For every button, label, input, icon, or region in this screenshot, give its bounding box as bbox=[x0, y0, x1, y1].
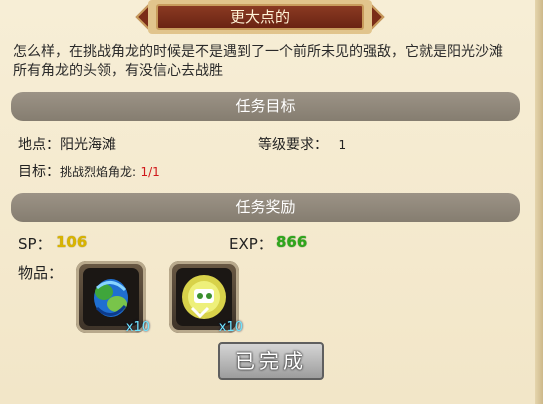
quest-title: 更大点的 bbox=[229, 8, 290, 26]
description-line-2: 所有角龙的头领，有没信心去战胜 bbox=[13, 63, 223, 79]
item-2-qty: x10 bbox=[218, 320, 243, 335]
item-slot bbox=[83, 268, 139, 326]
exp-value: 866 bbox=[276, 233, 308, 251]
panel-edge bbox=[535, 0, 543, 404]
exp-label: EXP： bbox=[229, 235, 273, 253]
item-1-qty: x10 bbox=[125, 320, 150, 335]
title-plate: 更大点的 bbox=[135, 0, 385, 34]
goal-progress: 1/1 bbox=[140, 165, 160, 179]
completed-button[interactable]: 已完成 bbox=[218, 342, 324, 380]
sp-label: SP： bbox=[18, 235, 52, 253]
goal-row: 目标：挑战烈焰角龙: 1/1 bbox=[18, 161, 160, 181]
location-label: 地点：阳光海滩 bbox=[18, 137, 116, 153]
reward-section-header: 任务奖励 bbox=[11, 193, 520, 222]
golden-robot-orb-icon bbox=[182, 275, 226, 319]
level-requirement: 等级要求： 1 bbox=[258, 134, 346, 154]
item-slot bbox=[176, 268, 232, 326]
sp-value: 106 bbox=[56, 233, 88, 251]
description-line-1: 怎么样，在挑战角龙的时候是不是遇到了一个前所未见的强敌，它就是阳光沙滩 bbox=[13, 44, 503, 60]
goal-label: 目标： bbox=[18, 164, 60, 180]
blue-green-orb-icon bbox=[94, 279, 128, 317]
items-label: 物品： bbox=[18, 264, 64, 282]
goal-text: 挑战烈焰角龙: bbox=[60, 165, 137, 179]
quest-description: 怎么样，在挑战角龙的时候是不是遇到了一个前所未见的强敌，它就是阳光沙滩 所有角龙… bbox=[13, 43, 523, 81]
reward-item-1[interactable]: x10 bbox=[76, 261, 150, 335]
reward-item-2[interactable]: x10 bbox=[169, 261, 243, 335]
target-section-header: 任务目标 bbox=[11, 92, 520, 121]
level-label: 等级要求： bbox=[258, 137, 328, 153]
level-value: 1 bbox=[338, 138, 347, 152]
